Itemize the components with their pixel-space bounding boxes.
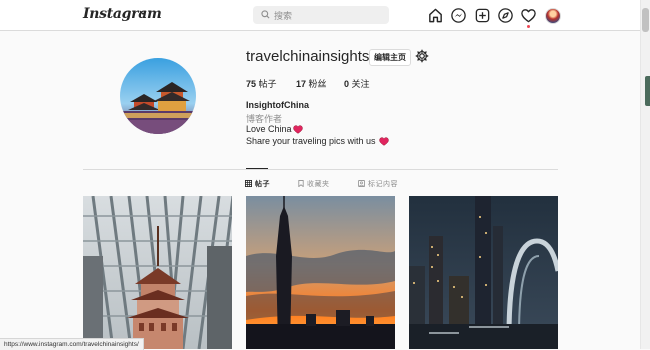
followers-count-stat[interactable]: 17 粉丝 xyxy=(296,77,327,90)
profile-full-name: InsightofChina xyxy=(246,100,309,110)
following-count-stat[interactable]: 0 关注 xyxy=(344,77,370,90)
tagged-icon xyxy=(358,180,365,187)
tabs-divider xyxy=(83,169,558,170)
chevron-down-icon[interactable] xyxy=(139,10,147,16)
tab-tagged[interactable]: 标记内容 xyxy=(358,179,398,189)
red-heart-icon xyxy=(292,125,303,134)
bookmark-icon xyxy=(298,180,304,188)
scrollbar-thumb[interactable] xyxy=(642,8,649,32)
notification-dot xyxy=(527,25,530,28)
instagram-logo[interactable]: Instagram xyxy=(83,6,162,22)
side-extension-tab[interactable] xyxy=(645,76,650,106)
edit-profile-button[interactable]: 编辑主页 xyxy=(369,49,411,66)
red-heart-icon xyxy=(379,137,389,146)
status-bar-url: https://www.instagram.com/travelchinains… xyxy=(0,338,144,350)
posts-count-stat: 75 帖子 xyxy=(246,79,277,89)
page-scrollbar[interactable] xyxy=(640,0,650,349)
post-thumbnail[interactable] xyxy=(409,196,558,349)
search-placeholder: 搜索 xyxy=(274,11,293,21)
search-icon xyxy=(261,10,270,19)
gear-icon[interactable] xyxy=(415,49,429,63)
home-icon[interactable] xyxy=(427,7,444,24)
activity-heart-icon[interactable] xyxy=(520,7,537,24)
search-input[interactable]: 搜索 xyxy=(253,6,389,24)
bio-line: Share your traveling pics with us xyxy=(246,136,389,146)
explore-icon[interactable] xyxy=(497,7,514,24)
new-post-icon[interactable] xyxy=(474,7,491,24)
tab-posts[interactable]: 帖子 xyxy=(245,179,270,189)
bio-line: Love China xyxy=(246,124,303,134)
profile-username: travelchinainsights xyxy=(246,48,370,65)
active-tab-indicator xyxy=(246,168,268,169)
profile-picture[interactable] xyxy=(120,58,196,134)
grid-icon xyxy=(245,180,252,187)
top-nav: Instagram 搜索 xyxy=(0,0,641,31)
post-thumbnail[interactable] xyxy=(246,196,395,349)
messenger-icon[interactable] xyxy=(450,7,467,24)
post-thumbnail[interactable] xyxy=(83,196,232,349)
tab-saved[interactable]: 收藏夹 xyxy=(298,179,330,189)
profile-avatar[interactable] xyxy=(545,8,561,24)
